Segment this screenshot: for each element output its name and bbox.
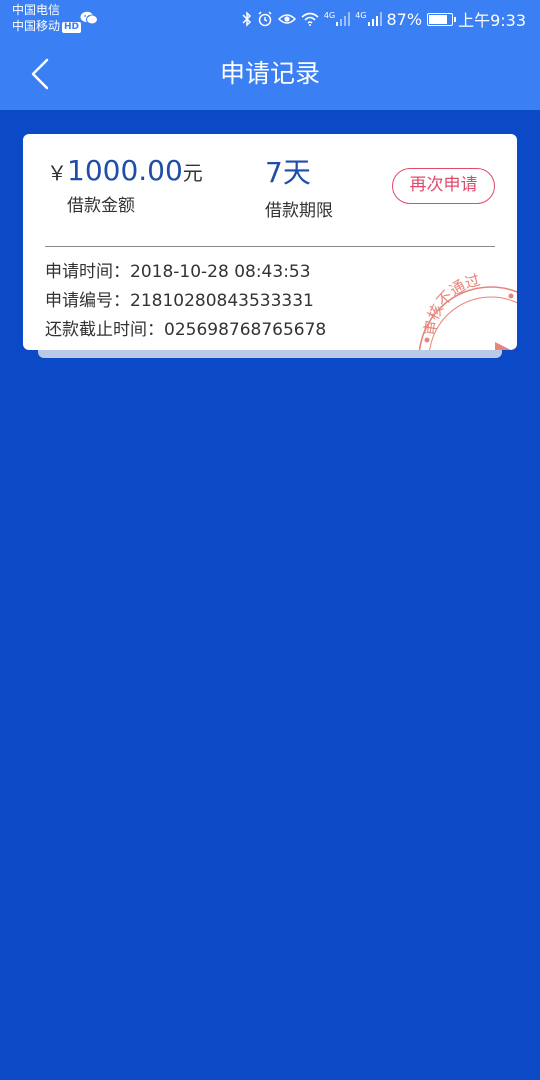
stamp-ribbon-icon	[495, 342, 517, 350]
currency-symbol: ￥	[47, 161, 67, 185]
clock-time: 上午9:33	[458, 11, 526, 30]
stamp-dot-right	[508, 293, 514, 299]
signal-1: 4G	[323, 11, 351, 26]
reapply-button[interactable]: 再次申请	[392, 168, 495, 204]
status-bar: 中国电信 中国移动 HD 4G 4G 87% 上午9:33	[0, 0, 540, 38]
loan-amount: ￥1000.00元	[47, 154, 203, 187]
page-title: 申请记录	[219, 59, 320, 88]
eye-icon	[277, 14, 296, 24]
loan-term-label: 借款期限	[265, 201, 333, 221]
record-details: 申请时间：2018-10-28 08:43:53 申请编号：2181028084…	[45, 258, 326, 345]
wechat-icon	[80, 11, 98, 25]
divider	[45, 246, 495, 247]
apply-number-label: 申请编号：	[45, 291, 130, 311]
battery-fill	[429, 14, 448, 24]
signal-1-icon	[336, 12, 351, 26]
loan-amount-block: ￥1000.00元 借款金额	[47, 154, 203, 216]
amount-unit: 元	[182, 161, 203, 185]
stamp-text: 审核不通过	[421, 271, 482, 337]
stamp-text-path: 审核不通过	[421, 271, 482, 337]
network-type-1: 4G	[323, 11, 336, 20]
apply-time-value: 2018-10-28 08:43:53	[130, 262, 311, 282]
repay-deadline-row: 还款截止时间：025698768765678	[45, 316, 326, 345]
loan-amount-label: 借款金额	[67, 196, 135, 216]
carrier-2: 中国移动	[12, 19, 61, 33]
bluetooth-icon	[242, 11, 251, 27]
battery-percent: 87%	[386, 9, 423, 29]
loan-term-block: 7天 借款期限	[265, 154, 333, 221]
stamp-dot-left	[424, 337, 430, 343]
apply-time-label: 申请时间：	[45, 262, 130, 282]
alarm-icon	[258, 11, 272, 27]
signal-2: 4G	[355, 11, 382, 26]
status-icons: 4G 4G 87% 上午9:33	[242, 8, 526, 30]
title-bar: 申请记录	[0, 38, 540, 110]
repay-deadline-value: 025698768765678	[164, 320, 327, 340]
apply-number-value: 21810280843533331	[130, 291, 314, 311]
amount-value: 1000.00	[67, 154, 183, 187]
loan-term-value: 7天	[265, 156, 311, 189]
carrier-1: 中国电信	[12, 3, 61, 17]
application-record-card[interactable]: ￥1000.00元 借款金额 7天 借款期限 再次申请 申请时间：2018-10…	[23, 134, 517, 350]
battery-icon	[427, 12, 457, 26]
wifi-icon	[301, 12, 319, 26]
repay-deadline-label: 还款截止时间：	[45, 320, 164, 340]
hd-badge: HD	[62, 22, 82, 33]
apply-time-row: 申请时间：2018-10-28 08:43:53	[45, 258, 326, 287]
apply-number-row: 申请编号：21810280843533331	[45, 287, 326, 316]
signal-2-icon	[367, 12, 382, 26]
network-type-2: 4G	[355, 11, 367, 20]
rejected-stamp: 审核不通过	[418, 271, 517, 350]
carrier-info: 中国电信 中国移动 HD	[12, 2, 82, 34]
